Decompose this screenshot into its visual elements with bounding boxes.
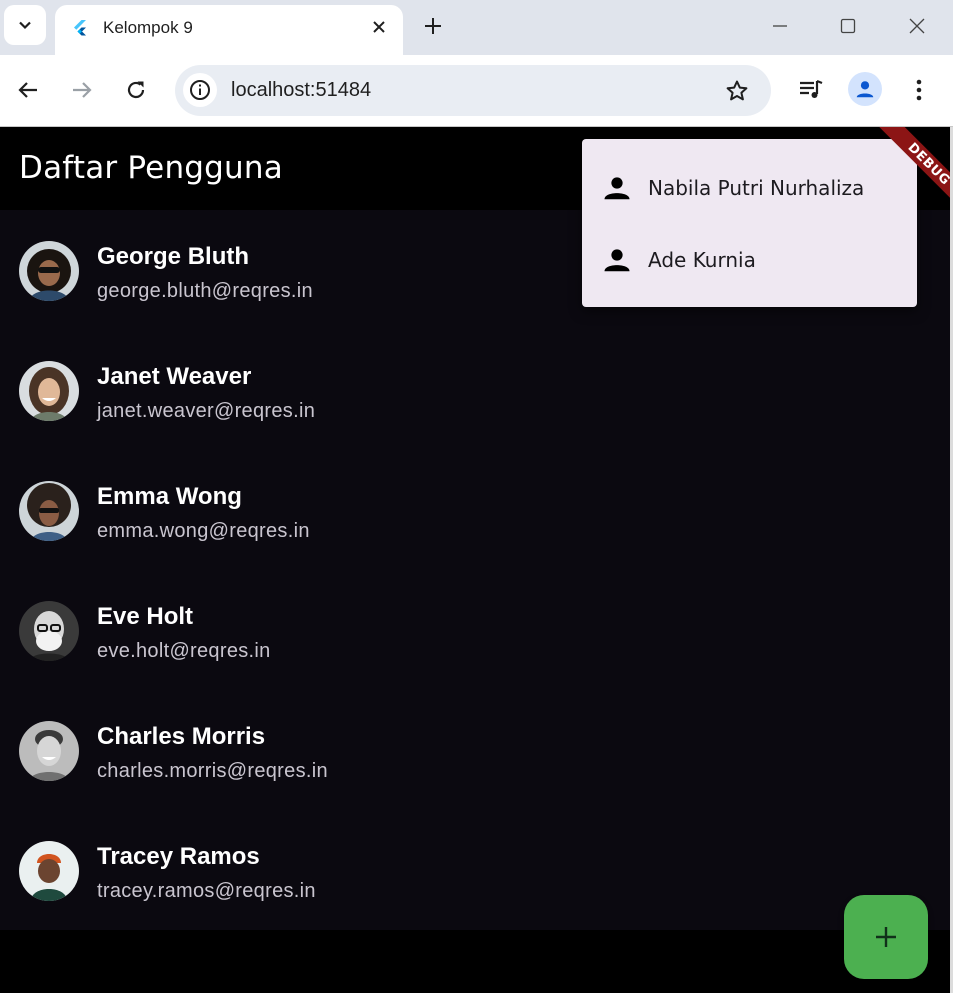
- close-icon: [909, 18, 925, 34]
- list-item[interactable]: Tracey Ramos tracey.ramos@reqres.in: [0, 810, 950, 930]
- new-tab-button[interactable]: [420, 13, 446, 39]
- app-viewport: Daftar Pengguna George Bluth george.blut…: [0, 127, 950, 993]
- user-name: Janet Weaver: [97, 363, 252, 390]
- menu-item-nabila[interactable]: Nabila Putri Nurhaliza: [582, 151, 917, 223]
- user-name: George Bluth: [97, 243, 250, 270]
- close-icon: [373, 21, 385, 33]
- list-item[interactable]: Charles Morris charles.morris@reqres.in: [0, 690, 950, 810]
- browser-tab[interactable]: Kelompok 9: [55, 5, 403, 55]
- user-email: tracey.ramos@reqres.in: [97, 880, 316, 902]
- media-control-button[interactable]: [796, 75, 826, 105]
- user-email: charles.morris@reqres.in: [97, 760, 328, 782]
- menu-item-label: Nabila Putri Nurhaliza: [648, 176, 865, 200]
- user-name: Eve Holt: [97, 603, 194, 630]
- user-name: Charles Morris: [97, 723, 266, 750]
- user-name: Tracey Ramos: [97, 843, 260, 870]
- list-item[interactable]: Eve Holt eve.holt@reqres.in: [0, 570, 950, 690]
- popup-menu: Nabila Putri Nurhaliza Ade Kurnia: [582, 139, 917, 307]
- close-window-button[interactable]: [905, 14, 929, 38]
- tab-title: Kelompok 9: [103, 18, 193, 37]
- user-email: janet.weaver@reqres.in: [97, 400, 316, 422]
- url-text: localhost:51484: [231, 79, 372, 101]
- site-info-button[interactable]: [183, 73, 217, 107]
- star-icon: [726, 80, 748, 101]
- back-button[interactable]: [13, 75, 43, 105]
- user-email: eve.holt@reqres.in: [97, 640, 271, 662]
- plus-icon: [425, 18, 441, 34]
- profile-button[interactable]: [848, 72, 882, 106]
- info-icon: [190, 80, 210, 100]
- avatar: [19, 481, 79, 541]
- list-item[interactable]: Emma Wong emma.wong@reqres.in: [0, 450, 950, 570]
- avatar: [19, 841, 79, 901]
- chrome-menu-button[interactable]: [904, 75, 934, 105]
- menu-item-ade[interactable]: Ade Kurnia: [582, 223, 917, 295]
- reload-button[interactable]: [121, 75, 151, 105]
- plus-icon: [876, 927, 896, 947]
- tab-search-button[interactable]: [4, 5, 46, 45]
- bookmark-button[interactable]: [723, 77, 751, 105]
- avatar: [19, 601, 79, 661]
- tab-close-button[interactable]: [367, 15, 391, 39]
- person-icon: [604, 177, 630, 200]
- user-email: george.bluth@reqres.in: [97, 280, 313, 302]
- person-icon: [856, 81, 874, 98]
- menu-item-label: Ade Kurnia: [648, 248, 756, 272]
- maximize-button[interactable]: [836, 14, 860, 38]
- minimize-button[interactable]: [768, 14, 792, 38]
- arrow-right-icon: [73, 82, 92, 98]
- reload-icon: [127, 81, 145, 99]
- playlist-music-icon: [800, 79, 823, 98]
- user-email: emma.wong@reqres.in: [97, 520, 310, 542]
- arrow-left-icon: [18, 82, 37, 98]
- add-user-button[interactable]: [844, 895, 928, 979]
- tab-strip: Kelompok 9: [0, 0, 953, 55]
- forward-button[interactable]: [67, 75, 97, 105]
- person-icon: [604, 249, 630, 272]
- maximize-icon: [840, 18, 856, 34]
- bottom-area: [0, 930, 950, 993]
- chevron-down-icon: [19, 21, 31, 30]
- minimize-icon: [773, 25, 787, 27]
- screen: Kelompok 9 localhost:51484 Daftar Penggu…: [0, 0, 953, 993]
- address-bar[interactable]: localhost:51484: [175, 65, 771, 116]
- avatar: [19, 241, 79, 301]
- user-name: Emma Wong: [97, 483, 242, 510]
- avatar: [19, 721, 79, 781]
- avatar: [19, 361, 79, 421]
- user-list: George Bluth george.bluth@reqres.in Jane…: [0, 210, 950, 930]
- more-vert-icon: [916, 79, 922, 101]
- list-item[interactable]: Janet Weaver janet.weaver@reqres.in: [0, 330, 950, 450]
- flutter-icon: [74, 20, 86, 36]
- browser-toolbar: localhost:51484: [0, 55, 953, 126]
- page-title: Daftar Pengguna: [19, 150, 283, 186]
